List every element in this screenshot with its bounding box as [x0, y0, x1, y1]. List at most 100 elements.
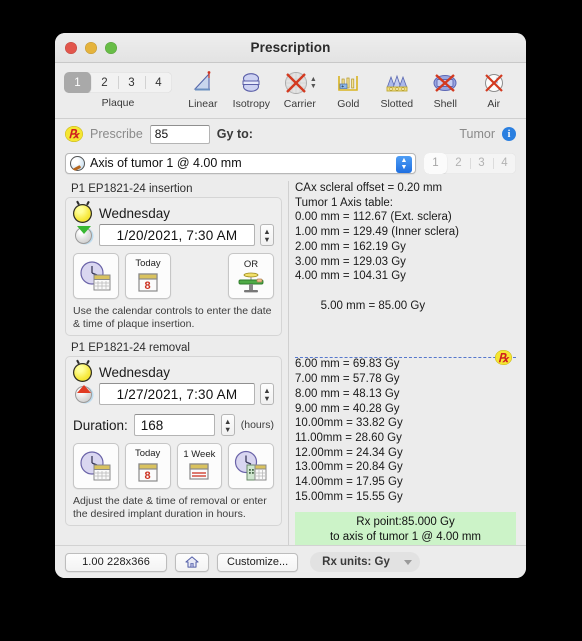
insertion-or-label: OR	[243, 258, 259, 270]
operating-table-icon	[238, 272, 264, 292]
axis-row: 0.00 mm = 112.67 (Ext. sclera)	[295, 211, 452, 224]
toolbar-item-linear[interactable]: Linear	[179, 67, 227, 110]
svg-text:+: +	[341, 84, 344, 90]
removal-date-input[interactable]: 1/27/2021, 7:30 AM	[99, 383, 255, 405]
insertion-group: Wednesday 1/20/2021, 7:30 AM ▲ ▼ Today 8…	[65, 197, 282, 336]
axis-row: 7.00 mm = 57.78 Gy	[295, 373, 400, 386]
toolbar-item-carrier[interactable]: ▲ ▼ Carrier	[276, 67, 324, 110]
toolbar-label-isotropy: Isotropy	[232, 98, 271, 110]
plaque-option-4[interactable]: 4	[145, 72, 172, 93]
removal-now-button[interactable]	[73, 443, 119, 489]
insertion-button-spacer	[177, 253, 222, 299]
insertion-direction-indicator	[73, 226, 94, 244]
insertion-date-stepper[interactable]: ▲ ▼	[260, 224, 274, 246]
removal-button-row: Today 8 1 Week	[73, 443, 274, 489]
duration-input[interactable]: 168	[133, 414, 215, 436]
slotted-plaque-icon	[384, 69, 410, 97]
axis-row-rx-point: 5.00 mm = 85.00 Gy ℞	[295, 284, 516, 366]
rx-icon: ℞	[65, 126, 83, 142]
chevron-updown-icon[interactable]: ▲ ▼	[396, 155, 412, 173]
home-button[interactable]	[175, 552, 209, 572]
plaque-option-1[interactable]: 1	[64, 72, 91, 93]
toolbar-item-isotropy[interactable]: Isotropy	[227, 67, 275, 110]
tumor-option-4[interactable]: 4	[493, 153, 516, 174]
removal-group: Wednesday 1/27/2021, 7:30 AM ▲ ▼ Duration…	[65, 356, 282, 526]
tumor-label: Tumor	[459, 127, 495, 141]
insertion-today-button[interactable]: Today 8	[125, 253, 171, 299]
axis-table-title: Tumor 1 Axis table:	[295, 196, 394, 209]
tumor-option-3[interactable]: 3	[470, 153, 493, 174]
carrier-stepper-icon[interactable]: ▲ ▼	[310, 76, 317, 90]
axis-popup-button[interactable]: Axis of tumor 1 @ 4.00 mm ▲ ▼	[65, 152, 416, 174]
axis-row: 4.00 mm = 104.31 Gy	[295, 270, 406, 283]
insertion-group-title: P1 EP1821-24 insertion	[71, 183, 193, 195]
chevron-down-icon	[403, 559, 412, 565]
insertion-day-name: Wednesday	[99, 206, 171, 221]
tumor-option-1[interactable]: 1	[424, 152, 447, 174]
axis-row: 13.00mm = 20.84 Gy	[295, 461, 403, 474]
toolbar: 1 2 3 4 Plaque Linear Isotropy ▲ ▼ Carri…	[55, 63, 526, 119]
toolbar-label-shell: Shell	[433, 98, 457, 110]
bulb-icon	[73, 363, 92, 382]
toolbar-item-shell[interactable]: Shell	[421, 67, 469, 110]
removal-compute-button[interactable]	[228, 443, 274, 489]
insertion-hint: Use the calendar controls to enter the d…	[73, 305, 272, 330]
toolbar-label-carrier: Carrier	[283, 98, 316, 110]
rx-summary-line-2: to axis of tumor 1 @ 4.00 mm	[329, 530, 481, 543]
prescription-window: Prescription 1 2 3 4 Plaque Linear Isotr…	[55, 33, 526, 578]
isotropy-icon	[238, 69, 264, 97]
toolbar-label-slotted: Slotted	[380, 98, 414, 110]
duration-units-label: (hours)	[240, 419, 274, 431]
info-icon[interactable]: i	[502, 127, 516, 141]
window-title: Prescription	[250, 40, 331, 55]
rx-summary-line-1: Rx point:85.000 Gy	[356, 516, 455, 529]
rx-units-dropdown[interactable]: Rx units: Gy	[310, 552, 420, 572]
tumor-option-2[interactable]: 2	[447, 153, 470, 174]
removal-date-stepper[interactable]: ▲ ▼	[260, 383, 274, 405]
axis-row: 6.00 mm = 69.83 Gy	[295, 358, 400, 371]
removal-direction-indicator	[73, 385, 94, 403]
tumor-segmented-control[interactable]: 1 2 3 4	[424, 152, 516, 174]
clock-calendar-icon	[80, 261, 111, 291]
insertion-date-input[interactable]: 1/20/2021, 7:30 AM	[99, 224, 255, 246]
insertion-today-label: Today	[135, 257, 161, 269]
bottom-toolbar: 1.00 228x366 Customize... Rx units: Gy	[55, 545, 526, 578]
plaque-option-3[interactable]: 3	[118, 72, 145, 93]
toolbar-item-slotted[interactable]: Slotted	[373, 67, 421, 110]
insertion-date-row: 1/20/2021, 7:30 AM ▲ ▼	[73, 224, 274, 246]
axis-popup-value: Axis of tumor 1 @ 4.00 mm	[90, 156, 242, 170]
duration-stepper[interactable]: ▲ ▼	[220, 414, 235, 436]
prescribed-dose-input[interactable]	[149, 124, 210, 144]
duration-row: Duration: 168 ▲ ▼ (hours)	[73, 414, 274, 436]
removal-group-title: P1 EP1821-24 removal	[71, 342, 190, 354]
axis-row: 15.00mm = 15.55 Gy	[295, 490, 403, 503]
plaque-segmented-control[interactable]: 1 2 3 4	[64, 72, 172, 93]
axis-popup-row: Axis of tumor 1 @ 4.00 mm ▲ ▼ 1 2 3 4	[55, 149, 526, 177]
air-disabled-icon	[481, 69, 507, 97]
prescribe-row: ℞ Prescribe Gy to: Tumor i	[55, 119, 526, 149]
axis-row: 10.00mm = 33.82 Gy	[295, 417, 403, 430]
bulb-icon	[73, 204, 92, 223]
insertion-day-row: Wednesday	[73, 204, 274, 223]
toolbar-item-air[interactable]: Air	[470, 67, 518, 110]
rx-dashed-line	[295, 357, 516, 359]
toolbar-label-linear: Linear	[188, 98, 218, 110]
insertion-now-button[interactable]	[73, 253, 119, 299]
home-icon	[185, 556, 199, 568]
plaque-option-2[interactable]: 2	[91, 72, 118, 93]
calendar-day-icon: 8	[138, 462, 158, 482]
schedule-column: P1 EP1821-24 insertion Wednesday 1/20/20…	[65, 181, 282, 545]
axis-row: 12.00mm = 24.34 Gy	[295, 446, 403, 459]
removal-today-button[interactable]: Today 8	[124, 443, 171, 489]
scale-button[interactable]: 1.00 228x366	[65, 552, 167, 572]
axis-row-rx-text: 5.00 mm = 85.00 Gy	[320, 299, 426, 312]
insertion-or-button[interactable]: OR	[228, 253, 274, 299]
customize-button[interactable]: Customize...	[217, 552, 299, 572]
removal-one-week-button[interactable]: 1 Week	[176, 443, 223, 489]
toolbar-label-air: Air	[487, 98, 501, 110]
toolbar-label-gold: Gold	[337, 98, 360, 110]
removal-day-name: Wednesday	[99, 365, 171, 380]
toolbar-item-gold[interactable]: + Gold	[324, 67, 372, 110]
clock-calendar-icon	[80, 451, 111, 481]
svg-text:8: 8	[145, 280, 151, 292]
